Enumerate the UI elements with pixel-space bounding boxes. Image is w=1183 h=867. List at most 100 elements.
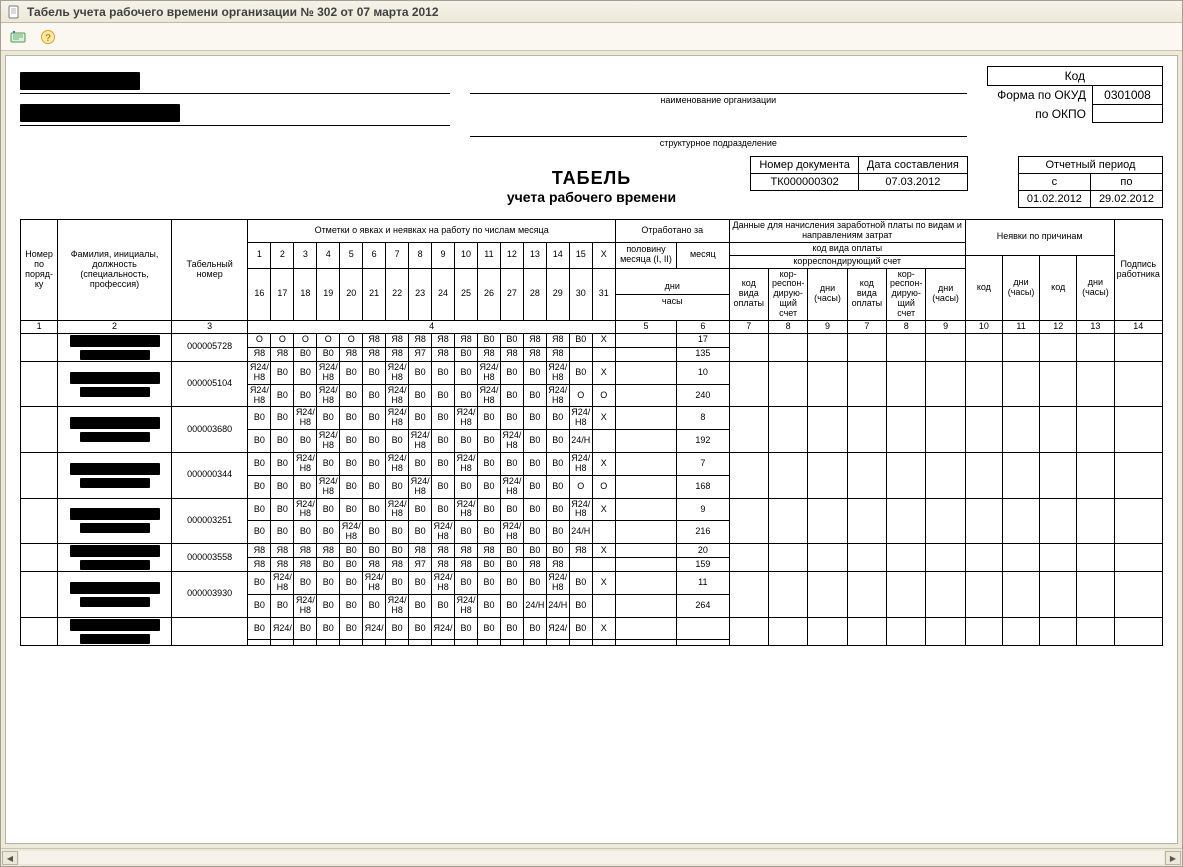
day-cell: Я8: [477, 347, 500, 361]
day-cell: Я8: [455, 333, 478, 347]
day-cell: В0: [546, 453, 569, 476]
scroll-left-button[interactable]: ◀: [2, 851, 18, 865]
colnum-row: 123 4 56 789789 10111213 14: [21, 321, 1163, 334]
pay-cell: [847, 407, 886, 453]
half-cell: [615, 558, 676, 572]
th-tab: Табельный номер: [171, 220, 248, 321]
employee-name: [58, 617, 172, 645]
absence-cell: [1077, 544, 1114, 572]
day-cell: В0: [500, 453, 523, 476]
title-line1: ТАБЕЛЬ: [20, 168, 1163, 189]
th-abs: Неявки по причинам: [965, 220, 1114, 256]
export-button[interactable]: [7, 26, 29, 48]
day-cell: В0: [455, 521, 478, 544]
th-day: 13: [523, 242, 546, 268]
day-cell: В0: [271, 521, 294, 544]
day-cell: В0: [248, 475, 271, 498]
th-days: дни: [616, 280, 729, 295]
row-num: [21, 333, 58, 361]
scroll-track[interactable]: [19, 851, 1164, 864]
day-cell: О: [317, 333, 340, 347]
sign-cell: [1114, 572, 1162, 618]
th-day: 29: [546, 268, 569, 320]
table-row: В0Я24/В0В0В0Я24/В0В0Я24/В0В0В0В0Я24/В0X: [21, 617, 1163, 640]
day-cell: X: [592, 361, 615, 384]
day-cell: Я24/ Н8: [294, 498, 317, 521]
day-cell: Я24/ Н8: [386, 361, 409, 384]
sign-cell: [1114, 361, 1162, 407]
horizontal-scrollbar[interactable]: ◀ ▶: [1, 848, 1182, 866]
month-days: 8: [677, 407, 730, 430]
pay-cell: [768, 453, 807, 499]
day-cell: В0: [546, 407, 569, 430]
sign-cell: [1114, 453, 1162, 499]
day-cell: Я24/ Н8: [569, 498, 592, 521]
day-cell: В0: [363, 498, 386, 521]
help-button[interactable]: ?: [37, 26, 59, 48]
day-cell: 24/Н: [523, 594, 546, 617]
pay-cell: [926, 453, 965, 499]
absence-cell: [1077, 617, 1114, 645]
timesheet-table: Номер по поряд- ку Фамилия, инициалы, до…: [20, 219, 1163, 646]
th-worked: Отработано за: [615, 220, 729, 243]
table-row: 000003251В0В0Я24/ Н8В0В0В0Я24/ Н8В0В0Я24…: [21, 498, 1163, 521]
day-cell: [477, 640, 500, 645]
pay-cell: [847, 572, 886, 618]
pay-cell: [887, 498, 926, 544]
pay-cell: [926, 544, 965, 572]
day-cell: Я8: [523, 333, 546, 347]
day-cell: В0: [477, 407, 500, 430]
pay-cell: [808, 498, 847, 544]
month-days: 7: [677, 453, 730, 476]
day-cell: В0: [500, 384, 523, 407]
th-day: 28: [523, 268, 546, 320]
half-cell: [615, 384, 676, 407]
day-cell: [592, 640, 615, 645]
day-cell: В0: [363, 384, 386, 407]
scroll-right-button[interactable]: ▶: [1165, 851, 1181, 865]
th-pay: Данные для начисления заработной платы п…: [729, 220, 965, 243]
half-cell: [615, 617, 676, 640]
pay-cell: [926, 333, 965, 361]
day-cell: Я24/ Н8: [409, 430, 432, 453]
day-cell: Я8: [363, 333, 386, 347]
day-cell: В0: [317, 572, 340, 595]
day-cell: В0: [317, 407, 340, 430]
absence-cell: [1040, 453, 1077, 499]
day-cell: Я24/ Н8: [546, 572, 569, 595]
absence-cell: [965, 617, 1002, 645]
day-cell: [386, 640, 409, 645]
absence-cell: [1040, 572, 1077, 618]
day-cell: В0: [523, 453, 546, 476]
absence-cell: [1002, 361, 1039, 407]
day-cell: О: [569, 384, 592, 407]
day-cell: В0: [455, 617, 478, 640]
day-cell: [569, 558, 592, 572]
day-cell: В0: [248, 498, 271, 521]
day-cell: Я24/ Н8: [546, 384, 569, 407]
absence-cell: [1040, 407, 1077, 453]
day-cell: В0: [569, 333, 592, 347]
day-cell: В0: [386, 617, 409, 640]
day-cell: В0: [432, 498, 455, 521]
title-line2: учета рабочего времени: [20, 189, 1163, 205]
th-half: половину месяца (I, II): [615, 242, 676, 268]
day-cell: В0: [363, 430, 386, 453]
th-day: 5: [340, 242, 363, 268]
month-hours: 135: [677, 347, 730, 361]
day-cell: [409, 640, 432, 645]
day-cell: [455, 640, 478, 645]
pay-cell: [808, 544, 847, 572]
th-corracc: кор- респон- дирую- щий счет: [768, 268, 807, 320]
pay-cell: [847, 361, 886, 407]
day-cell: В0: [432, 453, 455, 476]
day-cell: Я24/ Н8: [271, 572, 294, 595]
pay-cell: [887, 544, 926, 572]
day-cell: В0: [523, 475, 546, 498]
th-sign: Подпись работника: [1114, 220, 1162, 321]
pay-cell: [808, 333, 847, 361]
day-cell: [592, 347, 615, 361]
day-cell: [569, 640, 592, 645]
half-cell: [615, 453, 676, 476]
organization-field: [20, 66, 450, 94]
